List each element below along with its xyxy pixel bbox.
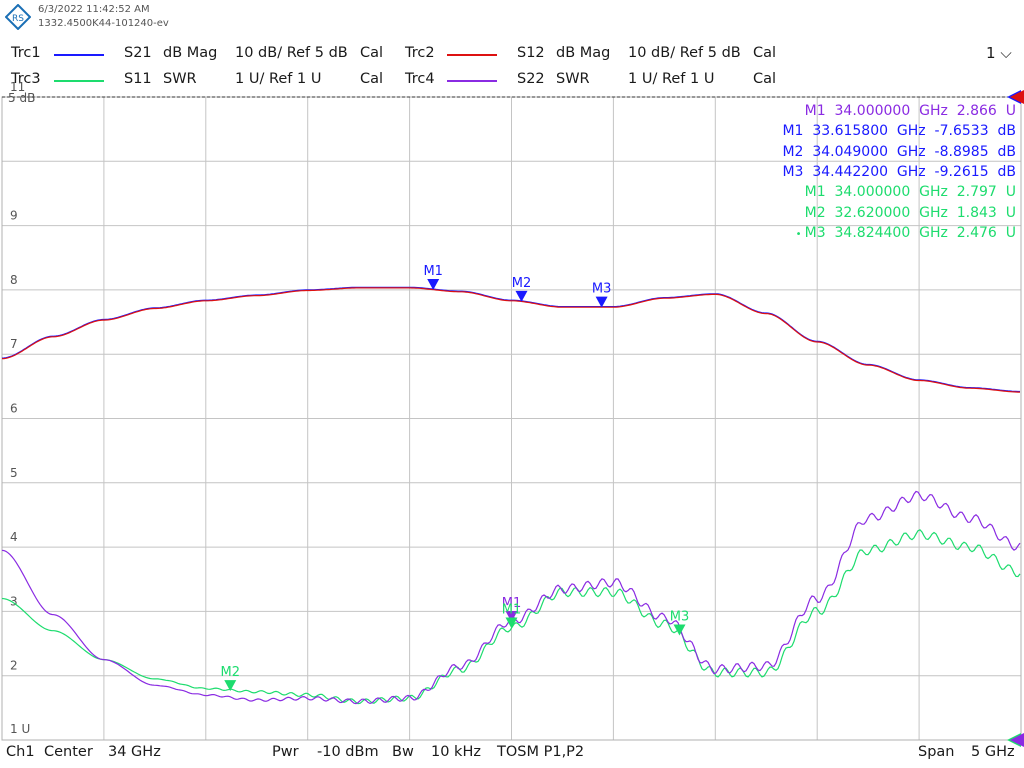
marker-table-row[interactable]: • M3 34.824400 GHz 2.476 U <box>796 225 1016 241</box>
y-tick-label: 7 <box>10 337 18 351</box>
marker-label: M2 <box>512 276 532 291</box>
y-tick-label: 5 <box>10 466 18 480</box>
center-value[interactable]: 34 GHz <box>108 744 161 760</box>
center-label: Center <box>44 744 93 760</box>
marker-triangle[interactable] <box>595 296 608 308</box>
bandwidth-label: Bw <box>392 744 414 760</box>
y-tick-label: 8 <box>10 273 18 287</box>
span-value[interactable]: 5 GHz <box>971 744 1015 760</box>
marker-readout: M3 34.824400 GHz 2.476 U <box>804 224 1016 241</box>
y-tick-label: 9 <box>10 209 18 223</box>
y-tick-label: 4 <box>10 530 18 544</box>
marker-label: M3 <box>670 610 690 625</box>
y-tick-label: 11 <box>10 80 25 94</box>
marker-readout: M1 34.000000 GHz 2.797 U <box>804 184 1016 201</box>
marker-table-row[interactable]: M1 34.000000 GHz 2.866 U <box>805 103 1016 119</box>
marker-readout: M1 34.000000 GHz 2.866 U <box>804 103 1016 119</box>
footer-bar: Ch1 Center 34 GHz Pwr -10 dBm Bw 10 kHz … <box>0 742 1024 768</box>
marker-label: M1 <box>502 602 522 617</box>
marker-readout: M2 32.620000 GHz 1.843 U <box>804 204 1016 221</box>
power-label: Pwr <box>272 744 299 760</box>
marker-table-row[interactable]: M3 34.442200 GHz -9.2615 dB <box>782 164 1016 180</box>
bandwidth-value[interactable]: 10 kHz <box>431 744 481 760</box>
y-tick-label: 6 <box>10 402 18 416</box>
marker-readout: M2 34.049000 GHz -8.8985 dB <box>782 143 1016 160</box>
marker-label: M2 <box>221 665 241 680</box>
channel-label[interactable]: Ch1 <box>6 744 35 760</box>
active-marker-dot-icon: • <box>795 228 805 240</box>
marker-triangle[interactable] <box>673 624 686 636</box>
marker-readout: M3 34.442200 GHz -9.2615 dB <box>782 163 1016 180</box>
marker-table-row[interactable]: M2 34.049000 GHz -8.8985 dB <box>782 144 1016 160</box>
marker-triangle[interactable] <box>224 680 237 692</box>
span-label: Span <box>918 744 955 760</box>
marker-label: M1 <box>423 264 443 279</box>
y-tick-label: 2 <box>10 659 18 673</box>
y-tick-label: 1 U <box>10 722 30 736</box>
marker-label: M3 <box>592 282 612 297</box>
y-axis-ticks: 11987654321 U <box>10 80 30 736</box>
marker-table-row[interactable]: M1 33.615800 GHz -7.6533 dB <box>782 123 1016 139</box>
marker-set: M1M2 M3M1M1M2M3 <box>221 264 690 692</box>
calibration-type[interactable]: TOSM P1,P2 <box>497 744 584 760</box>
power-value[interactable]: -10 dBm <box>317 744 379 760</box>
marker-readout: M1 33.615800 GHz -7.6533 dB <box>782 123 1016 140</box>
marker-table-row[interactable]: M2 32.620000 GHz 1.843 U <box>805 205 1016 221</box>
marker-table-row[interactable]: M1 34.000000 GHz 2.797 U <box>805 184 1016 200</box>
